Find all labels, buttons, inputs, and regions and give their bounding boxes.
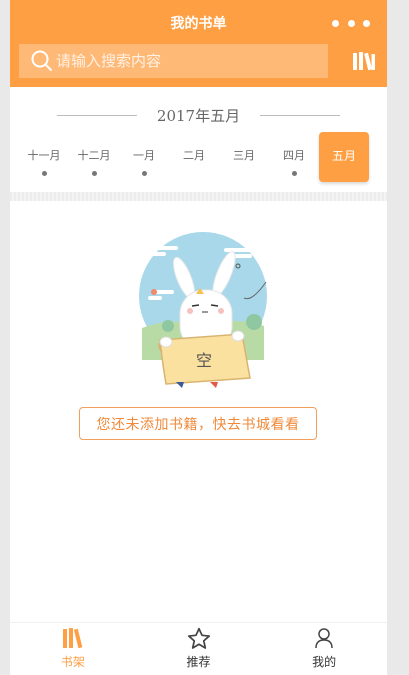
month-tab-apr[interactable]: 四月 <box>269 132 319 182</box>
month-title-row: 2017年五月 <box>10 103 387 127</box>
search-icon <box>31 50 53 72</box>
star-icon <box>187 627 210 649</box>
month-tab-label: 二月 <box>183 149 205 162</box>
month-tab-dec[interactable]: 十二月 <box>69 132 119 182</box>
month-tab-may[interactable]: 五月 <box>319 132 369 182</box>
tab-label: 我的 <box>312 655 337 669</box>
tab-mine[interactable]: 我的 <box>261 623 387 675</box>
title-divider-right <box>260 115 340 116</box>
has-books-dot <box>142 171 147 176</box>
month-tab-label: 五月 <box>331 149 356 163</box>
tab-recommend[interactable]: 推荐 <box>136 623 262 675</box>
title-bar: 我的书单 <box>10 0 387 44</box>
window-gutter <box>387 0 409 675</box>
more-dots-icon[interactable] <box>332 16 370 30</box>
bookshelf-icon <box>62 628 83 649</box>
tab-label: 书架 <box>60 655 85 669</box>
month-tab-label: 十一月 <box>27 149 61 162</box>
header: 我的书单 <box>10 0 387 87</box>
month-tab-label: 一月 <box>133 149 155 162</box>
empty-sign-text: 空 <box>196 351 212 370</box>
books-icon[interactable] <box>352 51 376 71</box>
month-tabs: 十一月 十二月 一月 二月 三月 四月 五月 <box>19 132 374 182</box>
month-tab-feb[interactable]: 二月 <box>169 132 219 182</box>
go-to-bookstore-button[interactable]: 您还未添加书籍，快去书城看看 <box>79 407 317 440</box>
month-tab-jan[interactable]: 一月 <box>119 132 169 182</box>
has-books-dot <box>292 171 297 176</box>
month-tab-label: 十二月 <box>77 149 111 162</box>
has-books-dot <box>92 171 97 176</box>
bottom-tabbar: 书架 推荐 我的 <box>10 622 387 675</box>
month-tab-label: 四月 <box>283 149 305 162</box>
user-icon <box>315 628 333 649</box>
app-screen: 我的书单 2017年五月 <box>10 0 387 675</box>
month-picker: 2017年五月 十一月 十二月 一月 二月 三月 四月 五月 <box>10 87 387 192</box>
month-tab-label: 三月 <box>233 149 255 162</box>
page-title: 我的书单 <box>170 15 227 31</box>
search-bar[interactable] <box>19 44 328 78</box>
empty-rabbit-illustration: 空 <box>132 232 272 390</box>
search-input[interactable] <box>56 46 328 76</box>
tab-label: 推荐 <box>186 655 211 669</box>
month-tab-nov[interactable]: 十一月 <box>19 132 69 182</box>
month-tab-mar[interactable]: 三月 <box>219 132 269 182</box>
has-books-dot <box>42 171 47 176</box>
section-divider <box>10 192 387 201</box>
tab-bookshelf[interactable]: 书架 <box>10 623 136 675</box>
